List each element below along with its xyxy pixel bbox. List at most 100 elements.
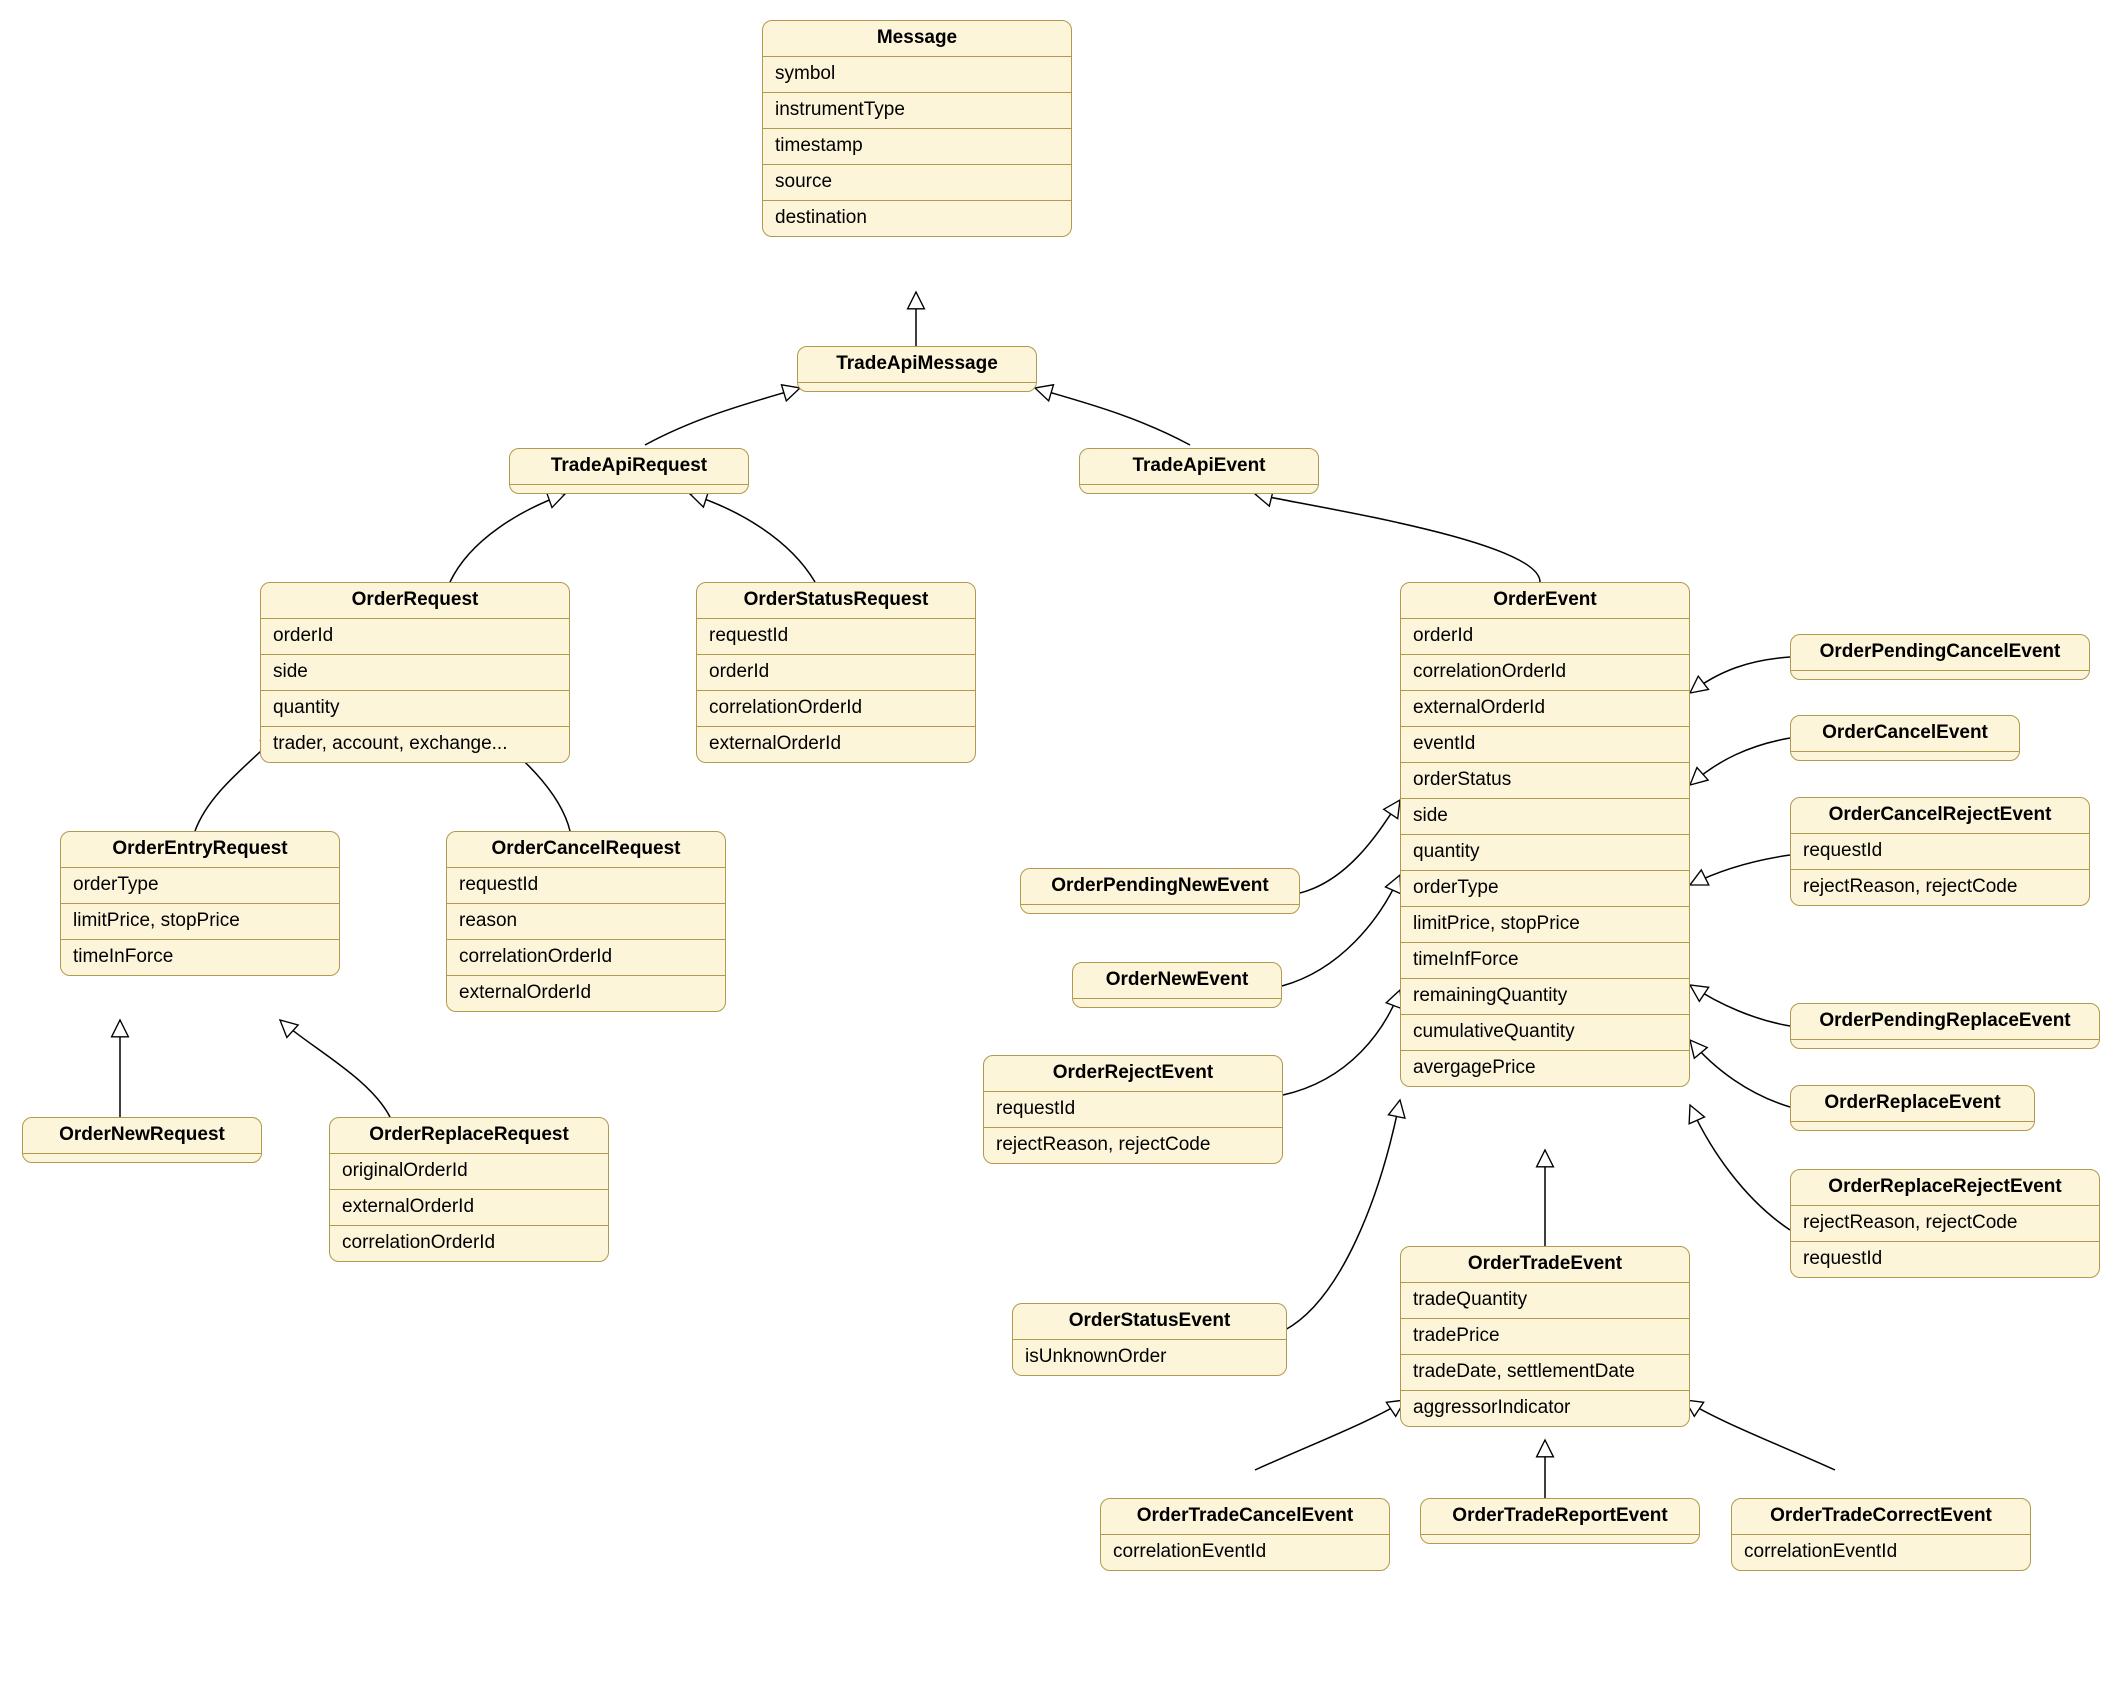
class-title: OrderTradeCorrectEvent (1732, 1499, 2030, 1535)
class-attr: correlationOrderId (447, 940, 725, 976)
class-title: OrderStatusRequest (697, 583, 975, 619)
class-attr: originalOrderId (330, 1154, 608, 1190)
class-title: OrderPendingCancelEvent (1791, 635, 2089, 671)
class-orderevent: OrderEvent orderId correlationOrderId ex… (1400, 582, 1690, 1087)
class-ordernewrequest: OrderNewRequest (22, 1117, 262, 1163)
class-title: Message (763, 21, 1071, 57)
class-attr: requestId (984, 1092, 1282, 1128)
class-title: OrderCancelRequest (447, 832, 725, 868)
class-orderentryrequest: OrderEntryRequest orderType limitPrice, … (60, 831, 340, 976)
class-ordercancelevent: OrderCancelEvent (1790, 715, 2020, 761)
class-attr: symbol (763, 57, 1071, 93)
class-orderreplaceevent: OrderReplaceEvent (1790, 1085, 2035, 1131)
class-attr: eventId (1401, 727, 1689, 763)
class-attr: destination (763, 201, 1071, 236)
class-tradeapievent: TradeApiEvent (1079, 448, 1319, 494)
class-attr: requestId (1791, 834, 2089, 870)
class-title: TradeApiMessage (798, 347, 1036, 383)
class-attr: trader, account, exchange... (261, 727, 569, 762)
class-attr: rejectReason, rejectCode (984, 1128, 1282, 1163)
class-title: OrderRejectEvent (984, 1056, 1282, 1092)
class-attr: timeInfForce (1401, 943, 1689, 979)
class-attr: source (763, 165, 1071, 201)
class-title: OrderReplaceRejectEvent (1791, 1170, 2099, 1206)
class-title: OrderReplaceRequest (330, 1118, 608, 1154)
class-attr: externalOrderId (697, 727, 975, 762)
class-ordertradeevent: OrderTradeEvent tradeQuantity tradePrice… (1400, 1246, 1690, 1427)
class-orderpendingcancelevent: OrderPendingCancelEvent (1790, 634, 2090, 680)
class-attr: orderStatus (1401, 763, 1689, 799)
class-orderrejectevent: OrderRejectEvent requestId rejectReason,… (983, 1055, 1283, 1164)
class-attr: avergagePrice (1401, 1051, 1689, 1086)
class-attr: side (1401, 799, 1689, 835)
class-orderpendingreplaceevent: OrderPendingReplaceEvent (1790, 1003, 2100, 1049)
class-attr: orderId (697, 655, 975, 691)
class-tradeapimessage: TradeApiMessage (797, 346, 1037, 392)
class-title: OrderTradeEvent (1401, 1247, 1689, 1283)
class-title: OrderEvent (1401, 583, 1689, 619)
class-attr: correlationEventId (1732, 1535, 2030, 1570)
class-orderstatusrequest: OrderStatusRequest requestId orderId cor… (696, 582, 976, 763)
class-title: OrderPendingReplaceEvent (1791, 1004, 2099, 1040)
class-attr: cumulativeQuantity (1401, 1015, 1689, 1051)
class-title: OrderCancelRejectEvent (1791, 798, 2089, 834)
class-attr: correlationEventId (1101, 1535, 1389, 1570)
class-attr: tradePrice (1401, 1319, 1689, 1355)
class-attr: orderId (261, 619, 569, 655)
class-attr: timestamp (763, 129, 1071, 165)
class-tradeapirequest: TradeApiRequest (509, 448, 749, 494)
class-title: TradeApiEvent (1080, 449, 1318, 485)
class-title: OrderNewEvent (1073, 963, 1281, 999)
class-attr: tradeDate, settlementDate (1401, 1355, 1689, 1391)
class-title: OrderRequest (261, 583, 569, 619)
class-attr: requestId (447, 868, 725, 904)
uml-class-diagram: Message symbol instrumentType timestamp … (0, 0, 2117, 1681)
class-message: Message symbol instrumentType timestamp … (762, 20, 1072, 237)
class-attr: correlationOrderId (697, 691, 975, 727)
class-ordertradecancelevent: OrderTradeCancelEvent correlationEventId (1100, 1498, 1390, 1571)
class-orderreplacerequest: OrderReplaceRequest originalOrderId exte… (329, 1117, 609, 1262)
class-attr: requestId (1791, 1242, 2099, 1277)
class-title: OrderTradeCancelEvent (1101, 1499, 1389, 1535)
class-title: OrderNewRequest (23, 1118, 261, 1154)
class-attr: instrumentType (763, 93, 1071, 129)
class-attr: requestId (697, 619, 975, 655)
class-ordercancelrequest: OrderCancelRequest requestId reason corr… (446, 831, 726, 1012)
class-attr: aggressorIndicator (1401, 1391, 1689, 1426)
class-title: OrderReplaceEvent (1791, 1086, 2034, 1122)
class-title: OrderCancelEvent (1791, 716, 2019, 752)
class-title: OrderTradeReportEvent (1421, 1499, 1699, 1535)
class-attr: limitPrice, stopPrice (1401, 907, 1689, 943)
class-attr: timeInForce (61, 940, 339, 975)
class-attr: tradeQuantity (1401, 1283, 1689, 1319)
class-attr: correlationOrderId (330, 1226, 608, 1261)
class-title: OrderEntryRequest (61, 832, 339, 868)
class-attr: rejectReason, rejectCode (1791, 1206, 2099, 1242)
class-attr: quantity (1401, 835, 1689, 871)
class-ordernewevent: OrderNewEvent (1072, 962, 1282, 1008)
class-orderreplacerejectevent: OrderReplaceRejectEvent rejectReason, re… (1790, 1169, 2100, 1278)
class-title: OrderPendingNewEvent (1021, 869, 1299, 905)
class-attr: rejectReason, rejectCode (1791, 870, 2089, 905)
class-ordercancelrejectevent: OrderCancelRejectEvent requestId rejectR… (1790, 797, 2090, 906)
class-attr: side (261, 655, 569, 691)
class-attr: reason (447, 904, 725, 940)
class-attr: isUnknownOrder (1013, 1340, 1286, 1375)
class-attr: externalOrderId (447, 976, 725, 1011)
class-attr: externalOrderId (330, 1190, 608, 1226)
class-title: TradeApiRequest (510, 449, 748, 485)
class-ordertradereportevent: OrderTradeReportEvent (1420, 1498, 1700, 1544)
class-attr: correlationOrderId (1401, 655, 1689, 691)
class-attr: quantity (261, 691, 569, 727)
class-attr: limitPrice, stopPrice (61, 904, 339, 940)
class-orderstatusevent: OrderStatusEvent isUnknownOrder (1012, 1303, 1287, 1376)
class-attr: orderType (1401, 871, 1689, 907)
class-attr: orderType (61, 868, 339, 904)
class-attr: externalOrderId (1401, 691, 1689, 727)
class-orderrequest: OrderRequest orderId side quantity trade… (260, 582, 570, 763)
class-orderpendingnewevent: OrderPendingNewEvent (1020, 868, 1300, 914)
class-ordertradecorrectevent: OrderTradeCorrectEvent correlationEventI… (1731, 1498, 2031, 1571)
class-attr: orderId (1401, 619, 1689, 655)
class-attr: remainingQuantity (1401, 979, 1689, 1015)
class-title: OrderStatusEvent (1013, 1304, 1286, 1340)
